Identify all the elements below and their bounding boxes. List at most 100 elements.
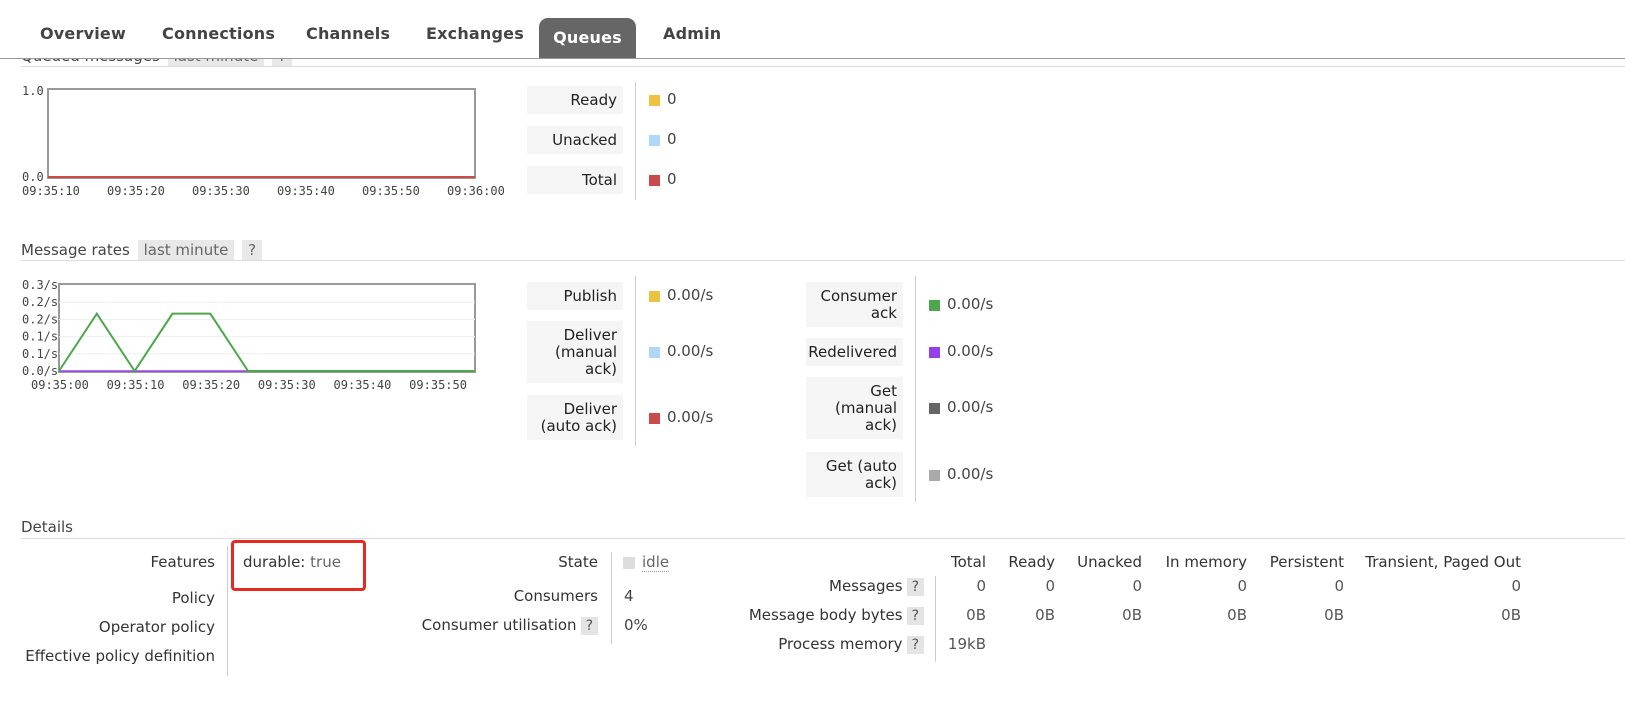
x-tick-label: 09:35:30 <box>192 184 250 198</box>
x-tick-label: 09:35:50 <box>362 184 420 198</box>
consumers-label: Consumers <box>513 587 598 605</box>
state-value[interactable]: idle <box>642 553 670 572</box>
x-tick-label: 09:35:50 <box>409 378 467 392</box>
queued-legend-label: Total <box>527 166 623 194</box>
legend-divider <box>635 276 636 446</box>
rates-legend-swatch <box>649 291 660 302</box>
features-label: Features <box>150 553 216 571</box>
rates-legend-label: Deliver (manual ack) <box>527 321 623 383</box>
y-tick-label: 0.1/s <box>22 347 58 361</box>
rates-legend-value: 0.00/s <box>947 342 994 360</box>
x-tick-label: 09:36:00 <box>447 184 505 198</box>
table-cell: 0 <box>1045 577 1055 595</box>
operator-policy-label: Operator policy <box>98 618 215 636</box>
tab-bar: Overview Connections Channels Exchanges … <box>0 0 1625 59</box>
rates-legend-label: Consumer ack <box>806 282 903 327</box>
table-cell: 0 <box>1511 577 1521 595</box>
row-label-text: Message body bytes <box>748 606 903 624</box>
rates-legend-swatch <box>929 403 940 414</box>
y-tick-label: 0.2/s <box>22 312 58 326</box>
table-cell: 0 <box>1132 577 1142 595</box>
table-cell: 0 <box>1334 577 1344 595</box>
rates-legend-label: Publish <box>527 282 623 310</box>
x-tick-label: 09:35:10 <box>107 378 165 392</box>
table-cell: 0B <box>1122 606 1142 624</box>
y-tick-label: 0.0/s <box>22 364 58 378</box>
section-divider <box>21 260 1625 261</box>
rates-legend-swatch <box>929 347 940 358</box>
legend-divider <box>915 276 916 502</box>
tab-connections[interactable]: Connections <box>162 24 275 43</box>
features-value: durable: true <box>243 553 341 571</box>
queued-legend-value: 0 <box>667 170 677 188</box>
tab-channels[interactable]: Channels <box>306 24 390 43</box>
row-label-text: Process memory <box>778 635 903 653</box>
rates-legend-value: 0.00/s <box>667 286 714 304</box>
details-divider <box>227 546 228 676</box>
x-tick-label: 09:35:40 <box>277 184 335 198</box>
y-tick-label: 0.3/s <box>22 278 58 292</box>
rates-legend-label: Deliver (auto ack) <box>527 395 623 440</box>
rates-legend-label: Get (auto ack) <box>806 452 903 497</box>
message-rates-header: Message rates last minute ? <box>21 240 263 260</box>
consumer-utilisation-value: 0% <box>624 616 648 634</box>
message-rates-title: Message rates <box>21 241 130 259</box>
tab-exchanges[interactable]: Exchanges <box>426 24 524 43</box>
section-divider <box>21 538 1625 539</box>
queued-messages-chart: 1.0 0.0 09:35:10 09:35:20 09:35:30 09:35:40… <box>22 84 505 198</box>
table-column-header: Transient, Paged Out <box>1365 553 1521 571</box>
consumer-utilisation-label: Consumer utilisation? <box>420 616 598 635</box>
table-cell: 19kB <box>947 635 986 653</box>
table-cell: 0B <box>1227 606 1247 624</box>
queued-legend-swatch <box>649 135 660 146</box>
details-title: Details <box>21 518 74 536</box>
x-tick-label: 09:35:00 <box>31 378 89 392</box>
rates-legend-swatch <box>929 299 940 311</box>
queued-legend-swatch <box>649 175 660 186</box>
rates-legend-swatch <box>929 469 940 481</box>
section-divider <box>21 66 1625 67</box>
queued-legend-swatch <box>649 95 660 106</box>
legend-divider <box>635 82 636 200</box>
queued-legend-label: Unacked <box>527 126 623 154</box>
tab-queues[interactable]: Queues <box>539 18 636 58</box>
rates-legend-value: 0.00/s <box>947 294 994 313</box>
x-tick-label: 09:35:20 <box>107 184 165 198</box>
effective-policy-label: Effective policy definition <box>25 647 215 665</box>
rates-legend-label: Get (manual ack) <box>806 377 903 439</box>
rates-legend-value: 0.00/s <box>947 464 994 483</box>
rates-legend-label: Redelivered <box>806 338 903 366</box>
queued-legend-value: 0 <box>667 130 677 148</box>
feature-value: true <box>310 553 341 571</box>
x-tick-label: 09:35:30 <box>258 378 316 392</box>
table-column-header: Persistent <box>1269 553 1344 571</box>
y-tick: 1.0 <box>22 84 44 98</box>
consumers-value: 4 <box>624 587 634 605</box>
queued-legend-label: Ready <box>527 86 623 114</box>
rates-help-button[interactable]: ? <box>242 240 263 260</box>
message-rates-chart: 0.0/s 0.1/s 0.1/s 0.2/s 0.2/s 0.3/s 09:35:00 0… <box>22 278 476 392</box>
y-tick-label: 0.1/s <box>22 330 58 344</box>
state-label: State <box>558 553 598 571</box>
details-divider <box>611 552 612 644</box>
tab-overview[interactable]: Overview <box>40 24 126 43</box>
rates-period-selector[interactable]: last minute <box>137 240 235 260</box>
rates-legend-value: 0.00/s <box>947 398 994 416</box>
plot-area <box>58 283 476 373</box>
x-tick-label: 09:35:10 <box>22 184 80 198</box>
y-tick: 0.0 <box>22 170 44 184</box>
table-cell: 0B <box>1035 606 1055 624</box>
tab-admin[interactable]: Admin <box>663 24 721 43</box>
policy-label: Policy <box>171 589 215 607</box>
x-tick-label: 09:35:20 <box>182 378 240 392</box>
feature-key: durable: <box>243 553 306 571</box>
consumer-utilisation-text: Consumer utilisation <box>421 616 577 634</box>
consumer-utilisation-help-button[interactable]: ? <box>580 617 598 635</box>
table-cell: 0 <box>1237 577 1247 595</box>
table-cell: 0B <box>1324 606 1344 624</box>
x-tick-label: 09:35:40 <box>334 378 392 392</box>
table-cell: 0B <box>1501 606 1521 624</box>
queued-legend-value: 0 <box>667 90 677 108</box>
plot-area <box>47 88 476 179</box>
rates-legend-value: 0.00/s <box>667 407 714 426</box>
